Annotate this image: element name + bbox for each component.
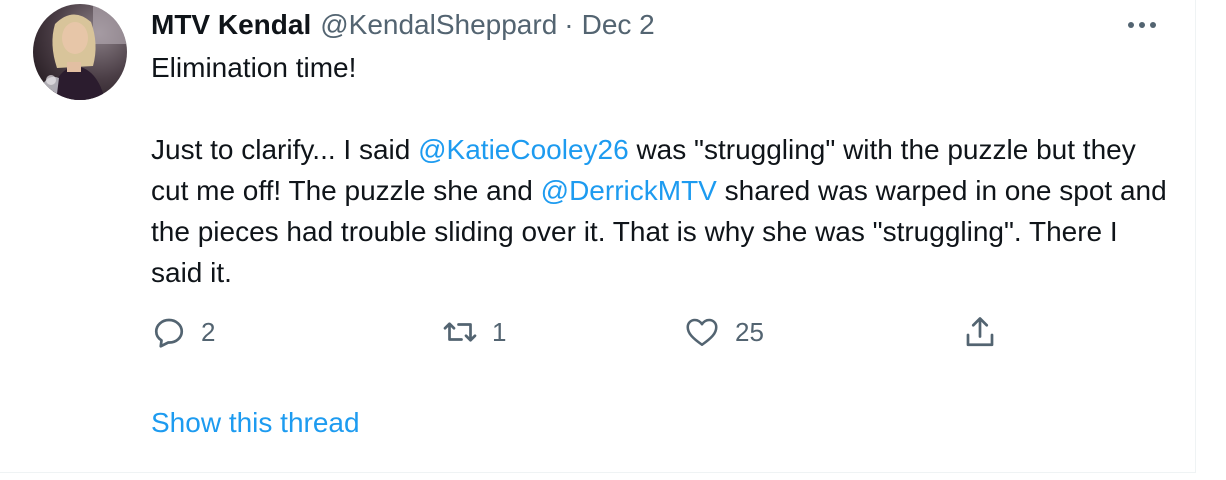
avatar[interactable] <box>33 4 127 100</box>
reply-button[interactable]: 2 <box>151 313 215 351</box>
more-options-button[interactable] <box>1122 8 1162 42</box>
reply-icon <box>154 318 184 348</box>
tweet-header: MTV Kendal @KendalSheppard · Dec 2 <box>151 8 655 42</box>
tweet-body: Elimination time! Just to clarify... I s… <box>151 47 1171 293</box>
retweet-count: 1 <box>492 317 507 347</box>
retweet-icon <box>443 322 477 342</box>
retweet-button[interactable]: 1 <box>442 313 506 351</box>
like-button[interactable]: 25 <box>683 313 764 351</box>
separator-dot: · <box>564 9 574 40</box>
tweet-paragraph-2: Just to clarify... I said @KatieCooley26… <box>151 129 1171 293</box>
author-handle[interactable]: @KendalSheppard <box>320 8 557 42</box>
mention-link-katiecooley26[interactable]: @KatieCooley26 <box>418 134 629 165</box>
avatar-image <box>33 4 127 100</box>
mention-link-derrickmtv[interactable]: @DerrickMTV <box>541 175 717 206</box>
reply-count: 2 <box>201 317 216 347</box>
show-thread-link[interactable]: Show this thread <box>151 405 360 441</box>
like-count: 25 <box>735 317 764 347</box>
author-display-name[interactable]: MTV Kendal <box>151 8 311 42</box>
tweet-card[interactable]: MTV Kendal @KendalSheppard · Dec 2 Elimi… <box>0 0 1196 473</box>
share-button[interactable] <box>962 313 998 351</box>
tweet-date[interactable]: Dec 2 <box>582 8 655 42</box>
tweet-line-1: Elimination time! <box>151 52 357 83</box>
more-options-icon <box>1128 22 1156 28</box>
share-icon <box>966 317 994 347</box>
heart-icon <box>686 318 718 347</box>
text-segment: Just to clarify... I said <box>151 134 419 165</box>
